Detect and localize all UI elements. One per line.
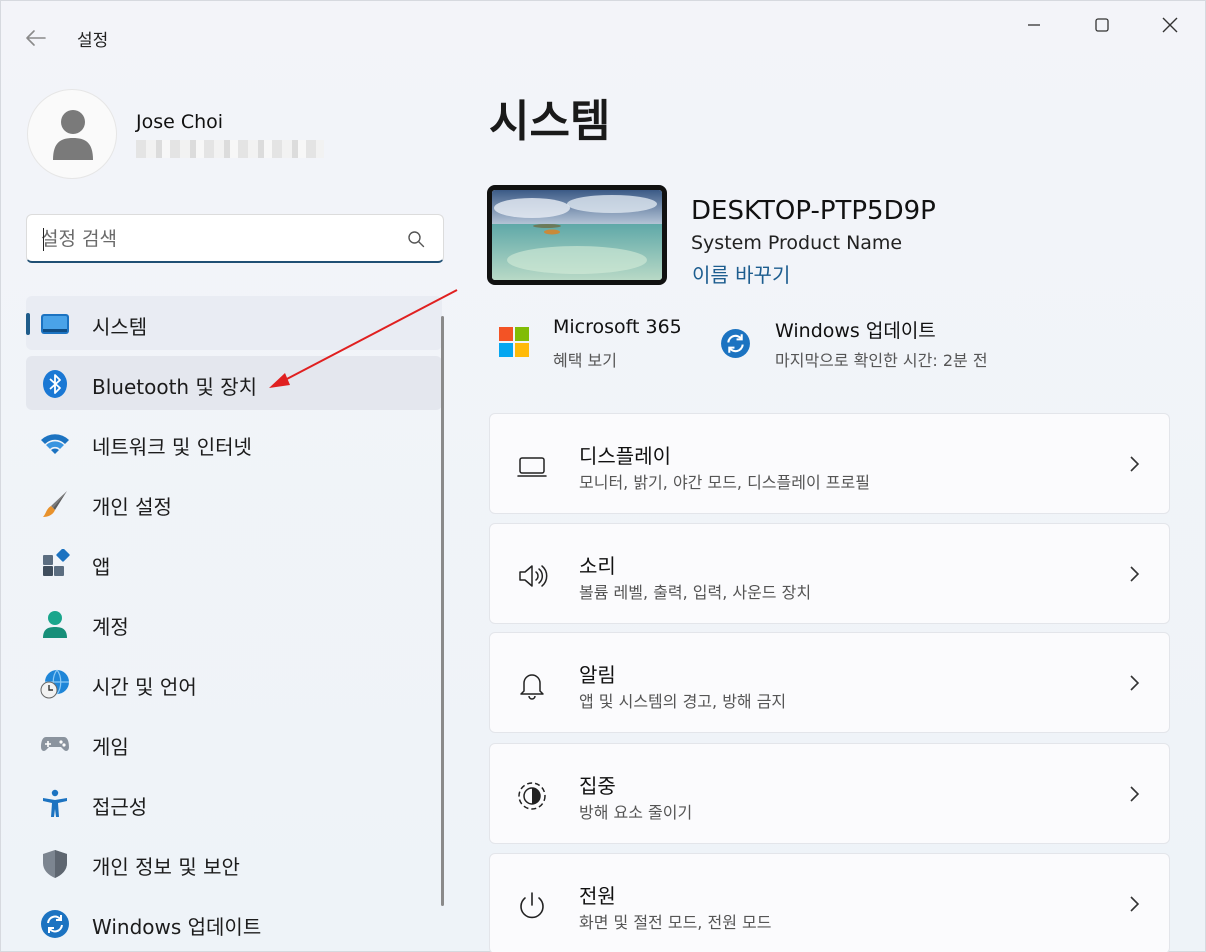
close-button[interactable] bbox=[1147, 9, 1193, 41]
settings-card-display[interactable]: 디스플레이 모니터, 밝기, 야간 모드, 디스플레이 프로필 bbox=[489, 413, 1170, 514]
chevron-right-icon bbox=[1130, 896, 1140, 912]
rename-link[interactable]: 이름 바꾸기 bbox=[692, 259, 790, 288]
sidebar-item-label: 개인 정보 및 보안 bbox=[92, 855, 240, 879]
device-model: System Product Name bbox=[691, 232, 903, 254]
chevron-right-icon bbox=[1130, 675, 1140, 691]
title-bar: 설정 bbox=[1, 1, 1205, 73]
chevron-right-icon bbox=[1130, 566, 1140, 582]
sidebar-item-privacy[interactable]: 개인 정보 및 보안 bbox=[26, 836, 442, 890]
card-subtitle: 화면 및 절전 모드, 전원 모드 bbox=[579, 913, 772, 932]
card-title: 집중 bbox=[579, 774, 616, 798]
back-button[interactable] bbox=[23, 25, 49, 51]
power-icon bbox=[520, 892, 544, 919]
avatar[interactable] bbox=[27, 89, 117, 179]
minimize-icon bbox=[1028, 24, 1040, 26]
sidebar-item-gaming[interactable]: 게임 bbox=[26, 716, 442, 770]
microsoft-365-title[interactable]: Microsoft 365 bbox=[553, 316, 682, 338]
sidebar-item-time-language[interactable]: 시간 및 언어 bbox=[26, 656, 442, 710]
display-icon bbox=[517, 457, 547, 477]
search-input[interactable] bbox=[41, 225, 401, 253]
globe-clock-icon bbox=[40, 669, 69, 699]
windows-update-subtitle: 마지막으로 확인한 시간: 2분 전 bbox=[775, 351, 988, 370]
card-subtitle: 볼륨 레벨, 출력, 입력, 사운드 장치 bbox=[579, 583, 812, 602]
windows-update-title[interactable]: Windows 업데이트 bbox=[775, 316, 936, 343]
card-title: 디스플레이 bbox=[579, 444, 671, 468]
settings-card-notifications[interactable]: 알림 앱 및 시스템의 경고, 방해 금지 bbox=[489, 632, 1170, 733]
sidebar-item-label: 접근성 bbox=[92, 795, 148, 819]
bluetooth-icon bbox=[43, 370, 67, 398]
card-subtitle: 앱 및 시스템의 경고, 방해 금지 bbox=[579, 692, 787, 711]
device-name: DESKTOP-PTP5D9P bbox=[691, 196, 936, 226]
wifi-icon bbox=[41, 434, 69, 454]
card-title: 알림 bbox=[579, 663, 616, 687]
sidebar-scrollbar[interactable] bbox=[441, 316, 444, 906]
card-subtitle: 방해 요소 줄이기 bbox=[579, 803, 693, 822]
shield-icon bbox=[43, 850, 67, 878]
settings-card-sound[interactable]: 소리 볼륨 레벨, 출력, 입력, 사운드 장치 bbox=[489, 523, 1170, 624]
card-title: 소리 bbox=[579, 554, 616, 578]
sidebar-item-label: 네트워크 및 인터넷 bbox=[92, 435, 252, 459]
close-icon bbox=[1162, 17, 1178, 33]
maximize-button[interactable] bbox=[1079, 9, 1125, 41]
settings-card-power[interactable]: 전원 화면 및 절전 모드, 전원 모드 bbox=[489, 853, 1170, 952]
sidebar-item-label: 시스템 bbox=[92, 315, 148, 339]
sidebar-item-windows-update[interactable]: Windows 업데이트 bbox=[26, 896, 442, 950]
user-name: Jose Choi bbox=[136, 111, 224, 133]
arrow-left-icon bbox=[26, 30, 46, 46]
sidebar-item-label: 계정 bbox=[92, 615, 129, 639]
text-caret bbox=[43, 228, 44, 251]
sidebar-item-accessibility[interactable]: 접근성 bbox=[26, 776, 442, 830]
focus-icon bbox=[518, 782, 546, 810]
gamepad-icon bbox=[41, 737, 69, 751]
app-title: 설정 bbox=[77, 31, 109, 51]
sidebar-item-accounts[interactable]: 계정 bbox=[26, 596, 442, 650]
user-email-redacted bbox=[136, 140, 324, 158]
settings-card-focus[interactable]: 집중 방해 요소 줄이기 bbox=[489, 743, 1170, 844]
device-wallpaper-thumbnail bbox=[487, 185, 667, 285]
sidebar-item-system[interactable]: 시스템 bbox=[26, 296, 442, 350]
minimize-button[interactable] bbox=[1011, 9, 1057, 41]
bell-icon bbox=[520, 674, 544, 700]
chevron-right-icon bbox=[1130, 456, 1140, 472]
accessibility-icon bbox=[43, 789, 67, 817]
account-icon bbox=[43, 611, 67, 638]
sidebar-item-personalization[interactable]: 개인 설정 bbox=[26, 476, 442, 530]
sidebar-item-apps[interactable]: 앱 bbox=[26, 536, 442, 590]
sidebar-item-label: 개인 설정 bbox=[92, 495, 172, 519]
person-icon bbox=[53, 110, 93, 160]
active-indicator bbox=[26, 313, 30, 335]
card-subtitle: 모니터, 밝기, 야간 모드, 디스플레이 프로필 bbox=[579, 473, 870, 492]
search-box[interactable] bbox=[26, 214, 444, 263]
chevron-right-icon bbox=[1130, 786, 1140, 802]
page-title: 시스템 bbox=[489, 96, 611, 147]
system-icon bbox=[41, 314, 69, 334]
microsoft-logo-icon[interactable] bbox=[499, 327, 529, 357]
sync-icon bbox=[41, 910, 69, 938]
sidebar-item-label: 시간 및 언어 bbox=[92, 675, 197, 699]
settings-window: 설정 Jose Choi 시스템 bbox=[0, 0, 1206, 952]
sidebar-item-label: Windows 업데이트 bbox=[92, 915, 262, 939]
speaker-icon bbox=[519, 565, 548, 587]
apps-icon bbox=[43, 549, 70, 576]
microsoft-365-subtitle: 혜택 보기 bbox=[553, 351, 617, 370]
brush-icon bbox=[43, 491, 67, 517]
sidebar-item-bluetooth[interactable]: Bluetooth 및 장치 bbox=[26, 356, 442, 410]
beach-wallpaper-image bbox=[492, 190, 662, 280]
sidebar-item-label: 게임 bbox=[92, 735, 129, 759]
maximize-icon bbox=[1095, 18, 1109, 32]
sidebar-item-network[interactable]: 네트워크 및 인터넷 bbox=[26, 416, 442, 470]
sidebar-item-label: 앱 bbox=[92, 555, 111, 579]
windows-update-icon[interactable] bbox=[720, 328, 751, 359]
card-title: 전원 bbox=[579, 884, 616, 908]
sidebar-item-label: Bluetooth 및 장치 bbox=[92, 375, 258, 399]
search-icon[interactable] bbox=[407, 230, 425, 248]
